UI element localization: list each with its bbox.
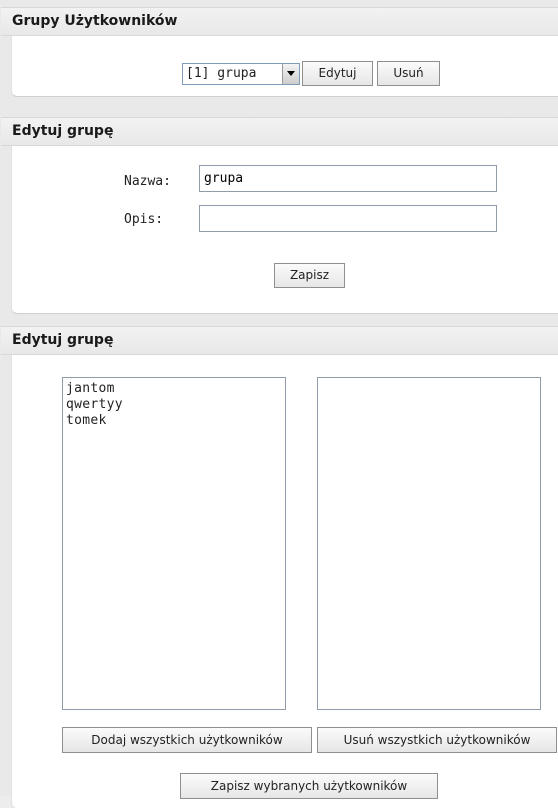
- save-selected-users-button[interactable]: Zapisz wybranych użytkowników: [180, 773, 438, 799]
- name-label: Nazwa:: [124, 174, 171, 189]
- list-item[interactable]: tomek: [66, 413, 282, 429]
- groups-panel: Grupy Użytkowników [1] grupa Edytuj Usuń: [1, 7, 558, 97]
- members-panel-title: Edytuj grupę: [1, 326, 558, 355]
- edit-group-panel-title: Edytuj grupę: [1, 117, 558, 146]
- available-users-list[interactable]: jantom qwertyy tomek: [62, 377, 286, 710]
- selected-users-list[interactable]: [317, 377, 541, 710]
- group-select-value: [1] grupa: [186, 66, 257, 81]
- description-label: Opis:: [124, 212, 164, 227]
- groups-panel-title: Grupy Użytkowników: [1, 7, 558, 36]
- add-all-users-button[interactable]: Dodaj wszystkich użytkowników: [62, 727, 312, 753]
- description-field[interactable]: [199, 205, 497, 232]
- group-select[interactable]: [1] grupa: [182, 63, 300, 85]
- name-field[interactable]: [199, 165, 497, 192]
- page-edge: [0, 796, 11, 808]
- remove-all-users-button[interactable]: Usuń wszystkich użytkowników: [317, 727, 557, 753]
- delete-group-button[interactable]: Usuń: [377, 61, 440, 86]
- members-panel: Edytuj grupę jantom qwertyy tomek Dodaj …: [1, 326, 558, 808]
- list-item[interactable]: qwertyy: [66, 397, 282, 413]
- chevron-down-icon[interactable]: [282, 64, 299, 84]
- edit-group-panel: Edytuj grupę Nazwa: Opis: Zapisz: [1, 117, 558, 314]
- edit-group-button[interactable]: Edytuj: [302, 61, 373, 86]
- save-group-button[interactable]: Zapisz: [274, 263, 345, 288]
- list-item[interactable]: jantom: [66, 381, 282, 397]
